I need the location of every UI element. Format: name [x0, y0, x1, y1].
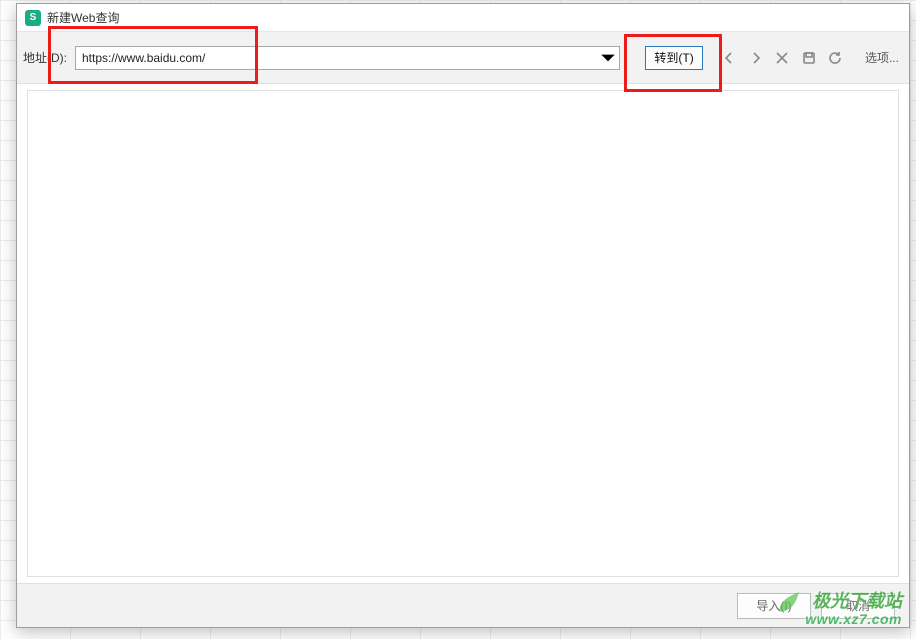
- chevron-down-icon[interactable]: [598, 48, 618, 68]
- dialog-title: 新建Web查询: [47, 9, 867, 26]
- toolbar: 地址(D): 转到(T) 选项...: [17, 32, 909, 84]
- go-button[interactable]: 转到(T): [645, 46, 703, 70]
- back-icon[interactable]: [719, 47, 740, 69]
- app-icon: S: [25, 10, 41, 26]
- go-button-label: 转到(T): [654, 49, 693, 66]
- titlebar: S 新建Web查询: [17, 4, 909, 32]
- address-combobox[interactable]: [75, 46, 620, 70]
- import-button[interactable]: 导入(I): [737, 593, 811, 619]
- web-query-dialog: S 新建Web查询 地址(D): 转到(T): [16, 3, 910, 628]
- cancel-button[interactable]: 取消: [821, 593, 895, 619]
- options-button[interactable]: 选项...: [865, 49, 899, 66]
- save-icon[interactable]: [798, 47, 819, 69]
- refresh-icon[interactable]: [825, 47, 846, 69]
- web-content-area: [27, 90, 899, 577]
- dialog-footer: 导入(I) 取消: [17, 583, 909, 627]
- stop-icon[interactable]: [772, 47, 793, 69]
- address-input[interactable]: [75, 46, 620, 70]
- forward-icon[interactable]: [745, 47, 766, 69]
- close-button[interactable]: [867, 7, 903, 29]
- address-label: 地址(D):: [23, 49, 67, 66]
